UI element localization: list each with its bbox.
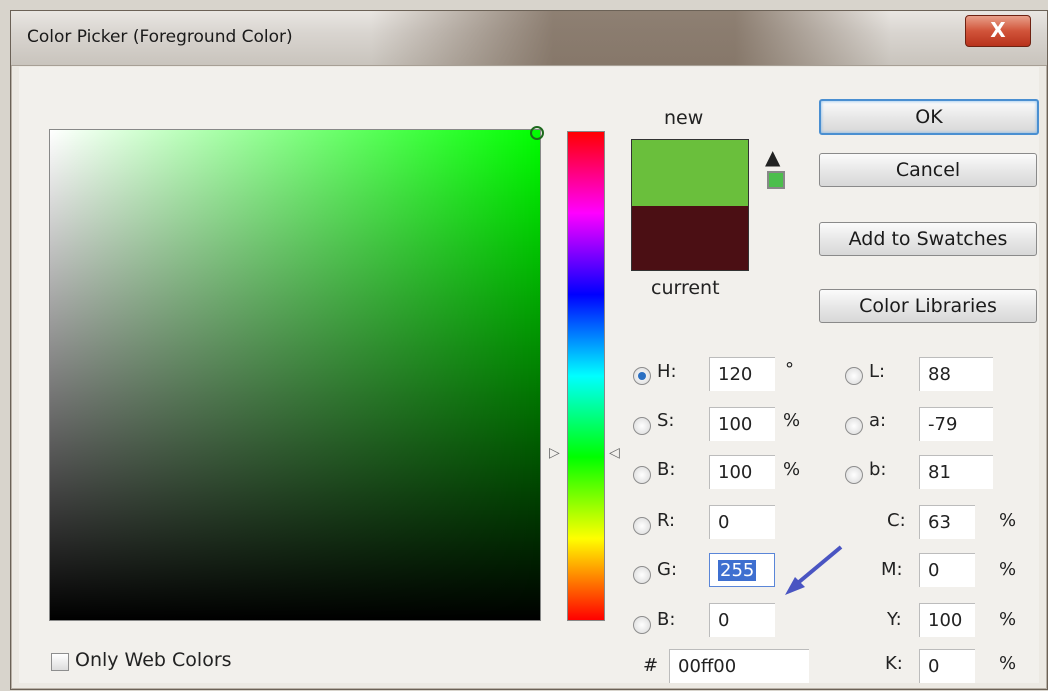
- cancel-button[interactable]: Cancel: [819, 153, 1037, 187]
- new-color-swatch: [631, 139, 749, 206]
- green-input[interactable]: 255: [709, 553, 775, 587]
- blue-radio[interactable]: [633, 616, 651, 634]
- magenta-input[interactable]: 0: [919, 553, 975, 587]
- saturation-unit: %: [783, 410, 801, 431]
- brightness-input[interactable]: 100: [709, 455, 775, 489]
- color-field-marker[interactable]: [530, 126, 544, 140]
- green-label: G:: [657, 559, 678, 580]
- annotation-arrow-icon: [785, 545, 843, 595]
- brightness-label: B:: [657, 459, 676, 480]
- hex-input[interactable]: 00ff00: [669, 649, 809, 683]
- new-label: new: [664, 107, 704, 129]
- hue-input[interactable]: 120: [709, 357, 775, 391]
- brightness-unit: %: [783, 459, 801, 480]
- yellow-label: Y:: [887, 609, 902, 630]
- color-libraries-button[interactable]: Color Libraries: [819, 289, 1037, 323]
- lab-b-radio[interactable]: [845, 466, 863, 484]
- ok-button[interactable]: OK: [819, 99, 1039, 135]
- lab-l-label: L:: [869, 361, 886, 382]
- title-bar: Color Picker (Foreground Color) X: [11, 11, 1047, 66]
- hue-slider-left-arrow-icon[interactable]: ▷: [549, 445, 560, 461]
- cyan-input[interactable]: 63: [919, 505, 975, 539]
- hex-label: #: [643, 655, 659, 676]
- close-button[interactable]: X: [965, 15, 1031, 47]
- add-to-swatches-button[interactable]: Add to Swatches: [819, 222, 1037, 256]
- red-label: R:: [657, 510, 676, 531]
- red-input[interactable]: 0: [709, 505, 775, 539]
- blue-label: B:: [657, 609, 676, 630]
- lab-l-input[interactable]: 88: [919, 357, 993, 391]
- saturation-input[interactable]: 100: [709, 407, 775, 441]
- hue-radio[interactable]: [633, 367, 651, 385]
- black-unit: %: [999, 653, 1017, 674]
- hue-label: H:: [657, 361, 677, 382]
- brightness-radio[interactable]: [633, 466, 651, 484]
- magenta-unit: %: [999, 559, 1017, 580]
- hue-slider-right-arrow-icon[interactable]: ◁: [609, 445, 620, 461]
- web-safe-swatch-icon[interactable]: [767, 171, 785, 189]
- lab-b-input[interactable]: 81: [919, 455, 993, 489]
- cyan-unit: %: [999, 510, 1017, 531]
- hue-unit: °: [785, 359, 794, 380]
- yellow-input[interactable]: 100: [919, 603, 975, 637]
- lab-a-label: a:: [869, 410, 887, 431]
- blue-input[interactable]: 0: [709, 603, 775, 637]
- green-input-selection: 255: [718, 560, 757, 581]
- saturation-radio[interactable]: [633, 417, 651, 435]
- gamut-warning-icon[interactable]: ▲: [765, 145, 780, 169]
- only-web-colors-checkbox[interactable]: [51, 653, 69, 671]
- only-web-colors-label: Only Web Colors: [75, 649, 232, 671]
- color-picker-dialog: Color Picker (Foreground Color) X ▷ ◁ ne…: [10, 10, 1048, 690]
- magenta-label: M:: [881, 559, 903, 580]
- current-label: current: [651, 277, 720, 299]
- green-radio[interactable]: [633, 566, 651, 584]
- yellow-unit: %: [999, 609, 1017, 630]
- dialog-content: ▷ ◁ new current ▲ OK Cancel Add to Swatc…: [19, 67, 1039, 683]
- saturation-label: S:: [657, 410, 675, 431]
- cyan-label: C:: [887, 510, 906, 531]
- black-label: K:: [885, 653, 903, 674]
- lab-l-radio[interactable]: [845, 367, 863, 385]
- lab-a-radio[interactable]: [845, 417, 863, 435]
- color-field[interactable]: [49, 126, 544, 621]
- lab-a-input[interactable]: -79: [919, 407, 993, 441]
- black-input[interactable]: 0: [919, 649, 975, 683]
- window-title: Color Picker (Foreground Color): [27, 27, 293, 47]
- red-radio[interactable]: [633, 517, 651, 535]
- hue-slider[interactable]: [567, 131, 605, 621]
- lab-b-label: b:: [869, 459, 887, 480]
- current-color-swatch[interactable]: [631, 206, 749, 271]
